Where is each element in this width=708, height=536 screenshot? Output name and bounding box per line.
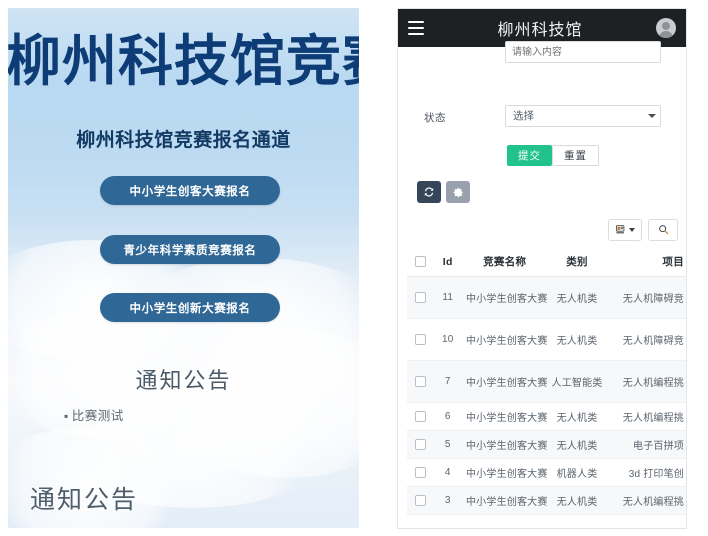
cloud-decoration: [168, 328, 359, 478]
cell-category: 无人机类: [547, 402, 607, 431]
row-checkbox[interactable]: [414, 494, 426, 506]
cell-category: 无人机类: [547, 318, 607, 361]
cell-contest-name: 中小学生创客大赛: [461, 276, 548, 319]
notice-list-item[interactable]: 比赛测试: [72, 409, 124, 423]
search-button[interactable]: [648, 219, 678, 241]
table-toolbar-left: [417, 181, 470, 203]
column-header-project[interactable]: 项目: [606, 247, 686, 277]
filter-form: 状态 选择 提交 重置: [398, 41, 686, 166]
register-maker-contest-button[interactable]: 中小学生创客大赛报名: [100, 176, 280, 205]
reset-button[interactable]: 重置: [552, 145, 599, 166]
register-science-literacy-contest-button[interactable]: 青少年科学素质竞赛报名: [100, 235, 280, 264]
hamburger-icon[interactable]: [408, 21, 424, 35]
cell-category: 机器人类: [547, 458, 607, 487]
row-select-cell: [407, 402, 434, 431]
row-select-cell: [407, 318, 434, 361]
cell-id: 3: [433, 486, 462, 515]
cell-category: 无人机类: [547, 486, 607, 515]
table-row[interactable]: 3 中小学生创客大赛 无人机类 无人机编程挑: [407, 486, 686, 515]
table-header-row: Id 竞赛名称 类别 项目: [407, 247, 686, 277]
register-innovation-contest-button[interactable]: 中小学生创新大赛报名: [100, 293, 280, 322]
user-avatar-icon[interactable]: [656, 18, 676, 38]
chevron-down-icon: [629, 228, 635, 232]
cell-project: 无人机编程挑: [606, 402, 686, 431]
table-row[interactable]: 5 中小学生创客大赛 无人机类 电子百拼项: [407, 430, 686, 459]
table-row[interactable]: 10 中小学生创客大赛 无人机类 无人机障碍竞: [407, 318, 686, 361]
admin-body: 状态 选择 提交 重置: [398, 41, 686, 528]
row-checkbox[interactable]: [414, 466, 426, 478]
notice-section-heading: 通知公告: [135, 368, 232, 393]
cell-id: 5: [433, 430, 462, 459]
records-table: Id 竞赛名称 类别 项目 11 中小学生创客大赛 无人机类 无人机障碍竞 10 中小学生…: [407, 247, 686, 515]
table-row[interactable]: 4 中小学生创客大赛 机器人类 3d 打印笔创: [407, 458, 686, 487]
table-head: Id 竞赛名称 类别 项目: [407, 247, 686, 277]
cell-id: 6: [433, 402, 462, 431]
notice-list: ▪ 比赛测试: [64, 405, 124, 424]
row-select-cell: [407, 430, 434, 459]
status-select[interactable]: 选择: [505, 105, 661, 127]
row-checkbox[interactable]: [414, 291, 426, 303]
table-toolbar-right: [608, 219, 678, 241]
table-row[interactable]: 11 中小学生创客大赛 无人机类 无人机障碍竞: [407, 276, 686, 319]
mobile-landing-panel: 柳州科技馆竞赛报 柳州科技馆竞赛报名通道 中小学生创客大赛报名 青少年科学素质竞…: [8, 8, 359, 528]
status-label: 状态: [424, 112, 446, 124]
cell-contest-name: 中小学生创客大赛: [461, 402, 548, 431]
cell-project: 无人机编程挑: [606, 486, 686, 515]
admin-panel: 柳州科技馆 状态 选择 提交 重置: [397, 8, 687, 529]
select-all-checkbox[interactable]: [414, 256, 426, 268]
cell-category: 无人机类: [547, 276, 607, 319]
column-header-contest-name[interactable]: 竞赛名称: [461, 247, 548, 277]
cell-project: 无人机编程挑: [606, 360, 686, 403]
cell-contest-name: 中小学生创客大赛: [461, 486, 548, 515]
cell-project: 无人机障碍竞: [606, 276, 686, 319]
submit-button[interactable]: 提交: [507, 145, 552, 166]
cell-id: 11: [433, 276, 462, 319]
hero-subtitle: 柳州科技馆竞赛报名通道: [76, 129, 291, 151]
row-select-cell: [407, 360, 434, 403]
row-checkbox[interactable]: [414, 438, 426, 450]
row-checkbox[interactable]: [414, 375, 426, 387]
table-body: 11 中小学生创客大赛 无人机类 无人机障碍竞 10 中小学生创客大赛 无人机类 无人机障碍竞…: [407, 276, 686, 515]
cell-contest-name: 中小学生创客大赛: [461, 430, 548, 459]
row-select-cell: [407, 276, 434, 319]
cell-contest-name: 中小学生创客大赛: [461, 318, 548, 361]
cell-project: 3d 打印笔创: [606, 458, 686, 487]
cell-id: 7: [433, 360, 462, 403]
notice-section-heading-secondary: 通知公告: [30, 486, 139, 514]
page-root: 柳州科技馆竞赛报 柳州科技馆竞赛报名通道 中小学生创客大赛报名 青少年科学素质竞…: [0, 0, 708, 536]
row-select-cell: [407, 486, 434, 515]
cell-contest-name: 中小学生创客大赛: [461, 360, 548, 403]
cell-id: 4: [433, 458, 462, 487]
cell-contest-name: 中小学生创客大赛: [461, 458, 548, 487]
table-row[interactable]: 6 中小学生创客大赛 无人机类 无人机编程挑: [407, 402, 686, 431]
keyword-input[interactable]: [505, 41, 661, 63]
app-title: 柳州科技馆: [497, 20, 583, 39]
column-header-id[interactable]: Id: [433, 247, 462, 277]
column-header-category[interactable]: 类别: [547, 247, 607, 277]
row-checkbox[interactable]: [414, 333, 426, 345]
search-icon: [658, 223, 669, 238]
table-row[interactable]: 7 中小学生创客大赛 人工智能类 无人机编程挑: [407, 360, 686, 403]
cell-project: 无人机障碍竞: [606, 318, 686, 361]
bullet-icon: ▪: [64, 409, 69, 423]
select-all-header: [407, 247, 434, 277]
export-button[interactable]: [608, 219, 642, 241]
hero-title: 柳州科技馆竞赛报: [8, 29, 359, 93]
gear-icon[interactable]: [446, 181, 470, 203]
export-icon: [615, 223, 626, 238]
cell-id: 10: [433, 318, 462, 361]
cell-category: 无人机类: [547, 430, 607, 459]
row-checkbox[interactable]: [414, 410, 426, 422]
refresh-icon[interactable]: [417, 181, 441, 203]
cell-project: 电子百拼项: [606, 430, 686, 459]
row-select-cell: [407, 458, 434, 487]
cell-category: 人工智能类: [547, 360, 607, 403]
